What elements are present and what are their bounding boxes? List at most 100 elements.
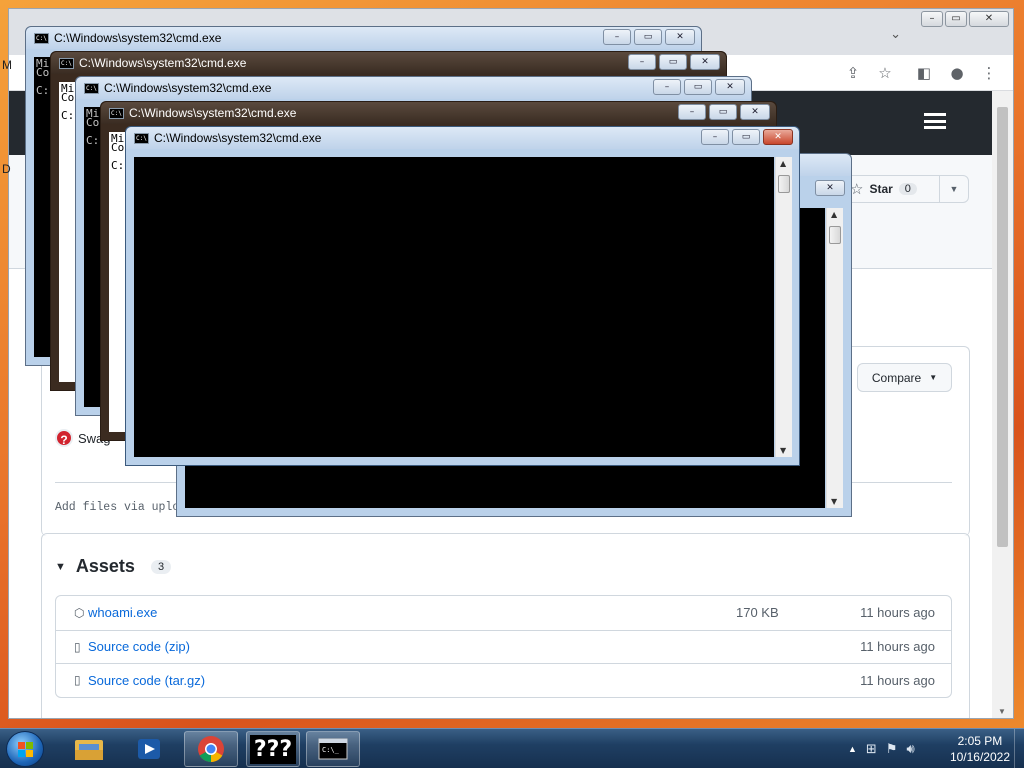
compare-button[interactable]: Compare ▼ (857, 363, 952, 392)
zip-file-icon: ▯ (74, 673, 81, 688)
maximize-icon[interactable]: ▭ (732, 129, 760, 145)
taskbar-unknown-app[interactable]: ??? (246, 731, 300, 767)
minimize-icon[interactable]: – (678, 104, 706, 120)
tab-search-chevron-icon[interactable]: ⌄ (890, 27, 901, 42)
cmd-titlebar[interactable]: C:\ C:\Windows\system32\cmd.exe – ▭ ✕ (101, 102, 776, 124)
volume-icon[interactable]: 🔊︎ (906, 742, 914, 757)
bookmark-star-icon[interactable]: ☆ (875, 63, 895, 83)
minimize-icon[interactable]: – (701, 129, 729, 145)
cmd-window-active[interactable]: C:\ C:\Windows\system32\cmd.exe – ▭ ✕ ▲ ▼ (125, 126, 800, 466)
start-button[interactable] (6, 731, 44, 767)
assets-list: ⬡ whoami.exe 170 KB 11 hours ago ▯ Sourc… (55, 595, 952, 698)
taskbar-explorer[interactable] (62, 731, 116, 767)
close-icon[interactable]: ✕ (740, 104, 770, 120)
caret-down-icon: ▼ (929, 373, 938, 382)
svg-text:C:\_: C:\_ (322, 746, 340, 754)
star-dropdown-caret-icon[interactable]: ▼ (940, 184, 968, 194)
close-icon[interactable]: ✕ (690, 54, 720, 70)
scroll-up-arrow-icon[interactable]: ▲ (831, 210, 837, 219)
cmd-window-controls: – ▭ ✕ (603, 29, 695, 45)
cmd-app-icon: C:\ (84, 83, 99, 94)
clock[interactable]: 2:05 PM 10/16/2022 (950, 733, 1010, 765)
compare-label: Compare (871, 370, 922, 385)
close-icon[interactable]: ✕ (763, 129, 793, 145)
cmd-window-controls: – ▭ ✕ (701, 129, 793, 145)
network-icon[interactable]: ⊞ (866, 742, 877, 757)
taskbar-chrome[interactable] (184, 731, 238, 767)
cmd-app-icon: C:\ (59, 58, 74, 69)
star-icon: ☆ (850, 180, 864, 198)
desktop-edge-letter: D (2, 162, 11, 176)
minimize-icon[interactable]: – (603, 29, 631, 45)
page-scrollbar[interactable]: ▼ (992, 91, 1013, 718)
profile-avatar-icon[interactable]: ● (947, 63, 967, 83)
question-mark-icon: ? (55, 429, 73, 447)
cmd-titlebar[interactable]: C:\ C:\Windows\system32\cmd.exe – ▭ ✕ (26, 27, 701, 49)
maximize-icon[interactable]: ▭ (945, 11, 967, 27)
assets-header[interactable]: ▼ Assets 3 (55, 556, 172, 577)
scrollbar-thumb[interactable] (829, 226, 841, 244)
asset-link[interactable]: whoami.exe (88, 605, 157, 620)
taskbar-media-player[interactable] (122, 731, 176, 767)
cmd-title: C:\Windows\system32\cmd.exe (104, 81, 272, 95)
list-item[interactable]: ▯ Source code (zip) 11 hours ago (56, 629, 951, 664)
maximize-icon[interactable]: ▭ (634, 29, 662, 45)
cmd-titlebar[interactable]: C:\ C:\Windows\system32\cmd.exe – ▭ ✕ (51, 52, 726, 74)
show-hidden-icons-icon[interactable]: ▲ (848, 744, 857, 754)
hamburger-menu-icon[interactable] (924, 113, 946, 129)
cmd-window-controls: ✕ (815, 180, 845, 196)
share-icon[interactable]: ⇪ (843, 63, 863, 83)
cmd-scrollbar[interactable]: ▲ ▼ (775, 157, 792, 457)
cmd-titlebar[interactable]: C:\ C:\Windows\system32\cmd.exe – ▭ ✕ (126, 127, 799, 149)
show-desktop-button[interactable] (1014, 729, 1024, 768)
scrollbar-thumb[interactable] (778, 175, 790, 193)
minimize-icon[interactable]: – (653, 79, 681, 95)
maximize-icon[interactable]: ▭ (709, 104, 737, 120)
chrome-icon (198, 736, 224, 763)
side-panel-icon[interactable]: ◧ (914, 63, 934, 83)
asset-time: 11 hours ago (860, 672, 935, 688)
asset-size: 170 KB (736, 605, 779, 621)
asset-link[interactable]: Source code (tar.gz) (88, 673, 205, 688)
assets-title: Assets (75, 556, 135, 576)
zip-file-icon: ▯ (74, 639, 81, 654)
cmd-titlebar[interactable]: C:\ C:\Windows\system32\cmd.exe – ▭ ✕ (76, 77, 751, 99)
windows-logo-icon (18, 742, 34, 758)
cmd-icon: C:\_ (318, 738, 348, 760)
cmd-title: C:\Windows\system32\cmd.exe (129, 106, 297, 120)
cmd-title: C:\Windows\system32\cmd.exe (154, 131, 322, 145)
close-icon[interactable]: ✕ (969, 11, 1009, 27)
close-icon[interactable]: ✕ (715, 79, 745, 95)
scroll-up-arrow-icon[interactable]: ▲ (780, 159, 786, 168)
cmd-window-controls: – ▭ ✕ (628, 54, 720, 70)
folder-icon (75, 740, 103, 760)
cmd-scrollbar[interactable]: ▲ ▼ (826, 208, 843, 508)
maximize-icon[interactable]: ▭ (659, 54, 687, 70)
expand-triangle-icon[interactable]: ▼ (55, 561, 66, 573)
cmd-app-icon: C:\ (109, 108, 124, 119)
list-item[interactable]: ⬡ whoami.exe 170 KB 11 hours ago (56, 596, 951, 630)
assets-count: 3 (150, 559, 172, 574)
action-center-flag-icon[interactable]: ⚑ (886, 742, 898, 757)
scroll-down-arrow-icon[interactable]: ▼ (998, 707, 1006, 716)
minimize-icon[interactable]: – (628, 54, 656, 70)
asset-link[interactable]: Source code (zip) (88, 639, 190, 654)
cmd-title: C:\Windows\system32\cmd.exe (79, 56, 247, 70)
cmd-app-icon: C:\ (134, 133, 149, 144)
scrollbar-thumb[interactable] (997, 107, 1008, 547)
maximize-icon[interactable]: ▭ (684, 79, 712, 95)
unknown-app-label: ??? (249, 734, 297, 764)
scroll-down-arrow-icon[interactable]: ▼ (780, 446, 786, 455)
browser-menu-icon[interactable]: ⋮ (979, 63, 999, 83)
list-item[interactable]: ▯ Source code (tar.gz) 11 hours ago (56, 663, 951, 697)
cmd-title: C:\Windows\system32\cmd.exe (54, 31, 222, 45)
close-icon[interactable]: ✕ (815, 180, 845, 196)
star-count: 0 (898, 183, 917, 195)
scroll-down-arrow-icon[interactable]: ▼ (831, 497, 837, 506)
close-icon[interactable]: ✕ (665, 29, 695, 45)
asset-time: 11 hours ago (860, 605, 935, 621)
star-button[interactable]: ☆ Star 0 ▼ (839, 175, 969, 203)
minimize-icon[interactable]: – (921, 11, 943, 27)
taskbar-cmd[interactable]: C:\_ (306, 731, 360, 767)
cmd-console[interactable] (134, 157, 774, 457)
